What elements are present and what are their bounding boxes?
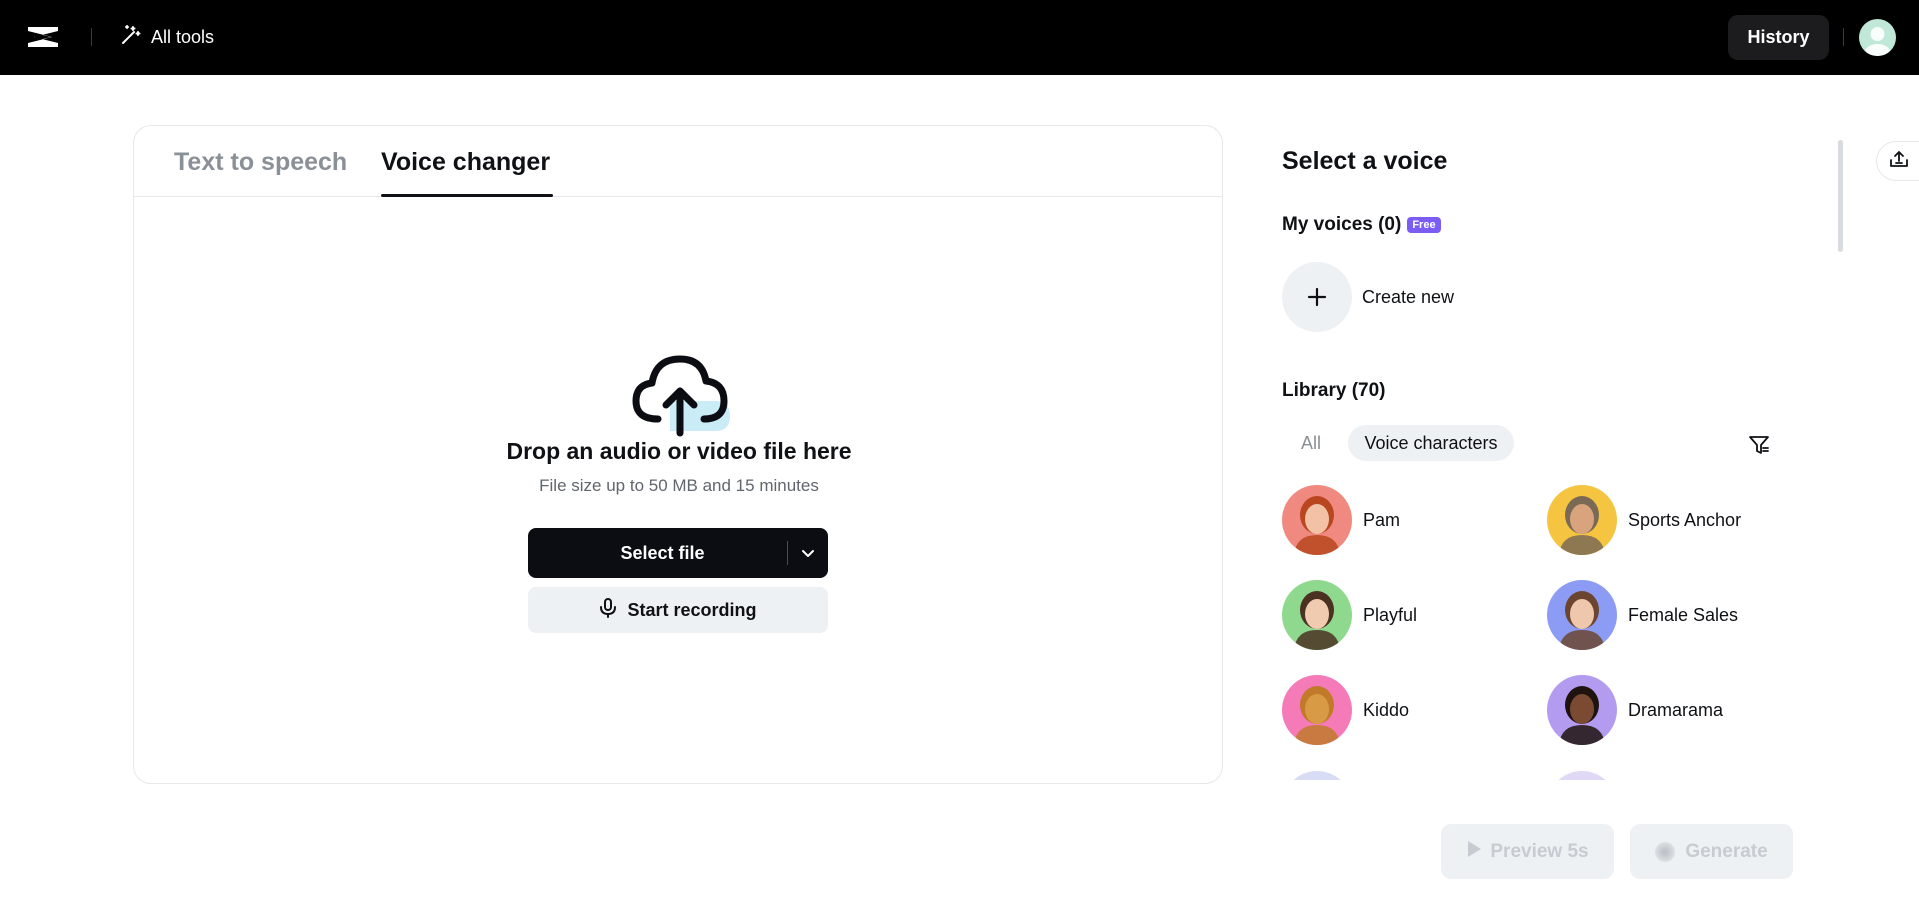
mode-tabs: Text to speech Voice changer — [134, 126, 1222, 197]
voice-panel: Select a voice My voices (0) Free Create… — [1282, 125, 1842, 780]
start-recording-label: Start recording — [627, 599, 757, 620]
generate-icon — [1655, 841, 1676, 862]
plus-icon — [1282, 262, 1352, 332]
filter-chip-voice-characters[interactable]: Voice characters — [1348, 425, 1514, 461]
tab-text-to-speech[interactable]: Text to speech — [174, 148, 347, 177]
preview-label: Preview 5s — [1490, 840, 1589, 862]
my-voices-header: My voices (0) Free — [1282, 214, 1441, 236]
cloud-upload-icon — [630, 351, 730, 437]
voice-item[interactable]: Sports Anchor — [1547, 485, 1741, 555]
drop-subtitle: File size up to 50 MB and 15 minutes — [539, 476, 819, 495]
voice-avatar — [1547, 771, 1617, 780]
create-new-label: Create new — [1362, 286, 1455, 307]
voice-name: Playful — [1363, 604, 1418, 625]
voice-item[interactable]: Female Sales — [1547, 580, 1738, 650]
voice-avatar — [1547, 580, 1617, 650]
filter-icon[interactable] — [1744, 430, 1774, 460]
select-voice-title: Select a voice — [1282, 147, 1448, 175]
voice-item[interactable]: Pam — [1282, 485, 1400, 555]
active-tab-indicator — [381, 194, 553, 197]
side-upload-tool-button[interactable] — [1876, 141, 1919, 181]
create-new-voice-button[interactable]: Create new — [1282, 262, 1454, 332]
magic-wand-icon — [119, 23, 143, 52]
voice-avatar — [1282, 580, 1352, 650]
voice-item[interactable]: Dramarama — [1547, 675, 1723, 745]
voice-item-partial[interactable] — [1282, 771, 1352, 780]
all-tools-label: All tools — [151, 26, 215, 47]
voice-name: Sports Anchor — [1628, 509, 1742, 530]
voice-avatar — [1547, 675, 1617, 745]
topbar-divider-right — [1843, 28, 1844, 46]
tab-voice-changer[interactable]: Voice changer — [381, 148, 550, 177]
voice-name: Kiddo — [1363, 699, 1410, 720]
voice-changer-card: Text to speech Voice changer Drop an aud… — [133, 125, 1223, 784]
voice-item-partial[interactable] — [1547, 771, 1617, 780]
voice-name: Dramarama — [1628, 699, 1724, 720]
select-file-label: Select file — [620, 542, 705, 563]
microphone-icon — [599, 597, 617, 623]
my-voices-label: My voices (0) — [1282, 214, 1402, 235]
all-tools-button[interactable]: All tools — [119, 24, 214, 50]
history-button[interactable]: History — [1728, 15, 1829, 60]
generate-button[interactable]: Generate — [1630, 824, 1793, 879]
generate-label: Generate — [1685, 840, 1768, 862]
voice-name: Pam — [1363, 509, 1401, 530]
chevron-down-icon[interactable] — [788, 528, 828, 578]
voice-avatar — [1282, 485, 1352, 555]
voice-name: Female Sales — [1628, 604, 1739, 625]
voice-avatar — [1282, 675, 1352, 745]
topbar-divider — [91, 28, 92, 46]
voice-item[interactable]: Playful — [1282, 580, 1417, 650]
preview-button[interactable]: Preview 5s — [1441, 824, 1614, 879]
upload-tray-icon — [1889, 150, 1909, 173]
capcut-logo[interactable] — [26, 24, 60, 50]
filter-chip-all[interactable]: All — [1282, 425, 1340, 461]
select-file-button[interactable]: Select file — [528, 528, 828, 578]
start-recording-button[interactable]: Start recording — [528, 587, 828, 633]
voice-avatar — [1282, 771, 1352, 780]
library-header: Library (70) — [1282, 380, 1386, 401]
user-avatar[interactable] — [1859, 19, 1896, 56]
drop-title: Drop an audio or video file here — [506, 438, 852, 464]
voice-item[interactable]: Kiddo — [1282, 675, 1409, 745]
top-bar: All tools History — [0, 0, 1919, 75]
play-icon — [1466, 840, 1482, 864]
voice-panel-scrollbar[interactable] — [1838, 140, 1843, 252]
free-badge: Free — [1407, 217, 1441, 233]
voice-avatar — [1547, 485, 1617, 555]
